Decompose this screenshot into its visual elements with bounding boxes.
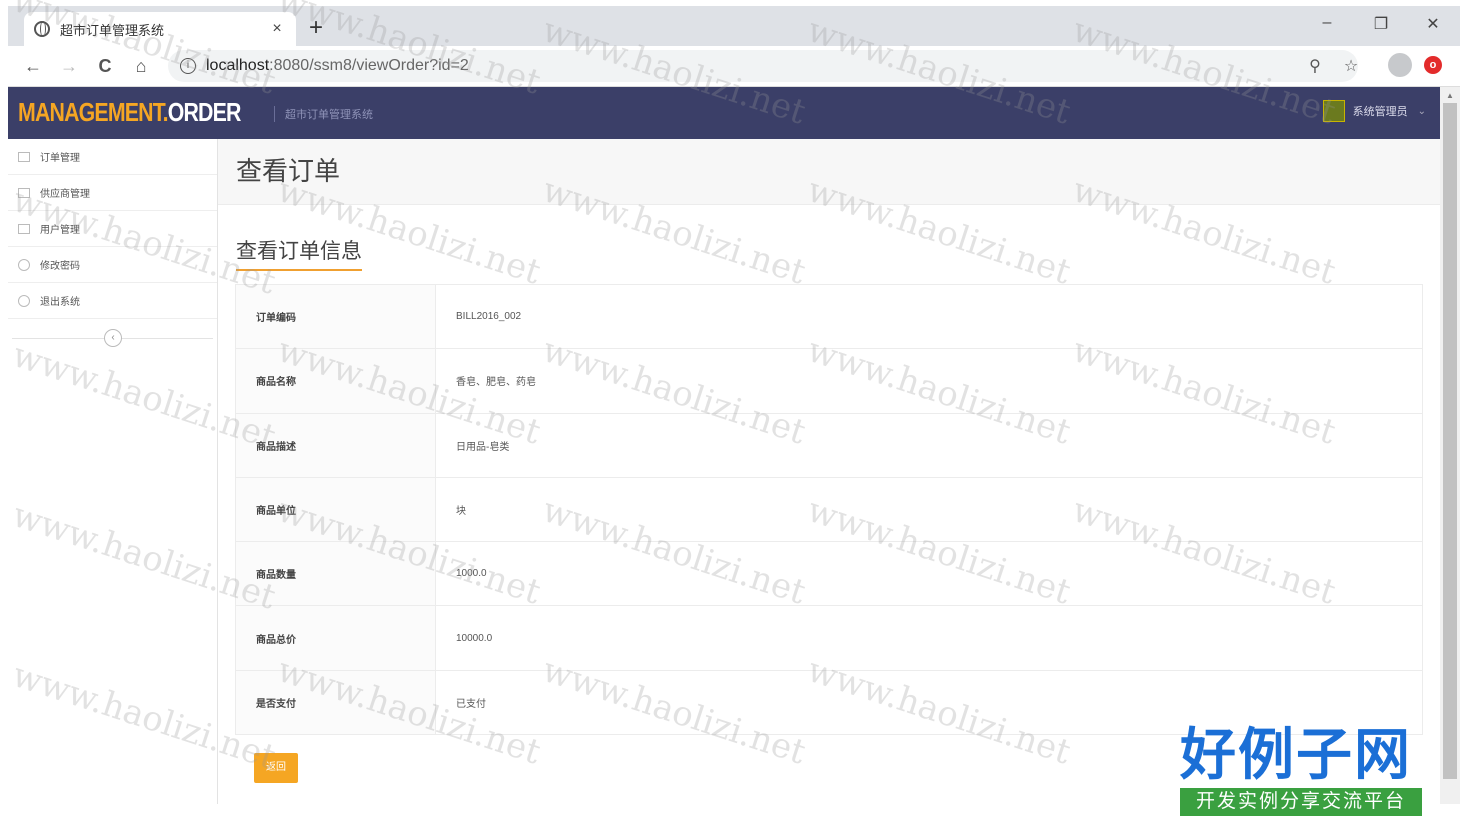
sidebar: 订单管理 供应商管理 用户管理 修改密码 退出系统 ‹	[8, 139, 218, 804]
field-label: 商品总价	[235, 605, 436, 671]
sidebar-item-users[interactable]: 用户管理	[8, 211, 217, 247]
page-scrollbar[interactable]: ▲	[1440, 87, 1460, 804]
field-value: 1000.0	[435, 541, 1423, 607]
field-value: 香皂、肥皂、药皂	[435, 348, 1423, 414]
extension-icon[interactable]: o	[1424, 56, 1442, 74]
sidebar-item-suppliers[interactable]: 供应商管理	[8, 175, 217, 211]
sidebar-item-label: 退出系统	[40, 297, 80, 308]
table-row: 商品总价 10000.0	[235, 605, 1423, 671]
back-button[interactable]: ←	[20, 54, 46, 78]
maximize-button[interactable]: ❐	[1366, 14, 1396, 34]
field-value: BILL2016_002	[435, 283, 1423, 350]
page-title: 查看订单	[236, 156, 341, 186]
section-title: 查看订单信息	[236, 235, 362, 271]
sidebar-collapse-button[interactable]: ‹	[104, 329, 122, 347]
new-tab-button[interactable]: +	[304, 14, 328, 42]
user-menu[interactable]: 系统管理员 ⌄	[1322, 100, 1426, 122]
table-row: 订单编码 BILL2016_002	[235, 283, 1423, 350]
address-bar[interactable]: i localhost:8080/ssm8/viewOrder?id=2	[168, 50, 1358, 82]
field-label: 商品描述	[235, 412, 436, 478]
list-icon	[18, 151, 30, 162]
info-icon[interactable]: i	[180, 58, 196, 74]
minimize-button[interactable]: –	[1312, 14, 1342, 32]
field-label: 商品名称	[235, 348, 436, 414]
field-value: 日用品-皂类	[435, 412, 1423, 478]
table-row: 商品数量 1000.0	[235, 541, 1423, 607]
user-card-icon	[18, 223, 30, 234]
order-info-table: 订单编码 BILL2016_002 商品名称 香皂、肥皂、药皂 商品描述 日用品…	[235, 283, 1423, 736]
sidebar-item-label: 修改密码	[40, 261, 80, 272]
tab-title: 超市订单管理系统	[60, 22, 165, 38]
logo-part-1: MANAGEMENT.	[18, 97, 169, 127]
brand-slogan: 开发实例分享交流平台	[1180, 788, 1422, 816]
browser-tab-bar: 超市订单管理系统 × + – ❐ ✕	[8, 6, 1460, 46]
field-label: 是否支付	[235, 669, 436, 736]
reload-button[interactable]: C	[92, 54, 118, 78]
user-name: 系统管理员	[1352, 106, 1408, 118]
close-window-button[interactable]: ✕	[1418, 14, 1448, 34]
chevron-down-icon: ⌄	[1417, 105, 1426, 117]
field-label: 订单编码	[235, 283, 436, 350]
field-value: 块	[435, 476, 1423, 543]
back-to-list-button[interactable]: 返回	[254, 753, 298, 783]
sidebar-item-label: 订单管理	[40, 153, 80, 164]
app-header: MANAGEMENT.ORDER 超市订单管理系统 系统管理员 ⌄	[8, 87, 1440, 139]
gear-icon	[18, 258, 30, 271]
app-logo[interactable]: MANAGEMENT.ORDER	[18, 97, 241, 128]
home-button[interactable]: ⌂	[128, 54, 154, 78]
browser-tab[interactable]: 超市订单管理系统 ×	[24, 12, 296, 46]
sidebar-collapse-row: ‹	[8, 319, 217, 359]
field-label: 商品数量	[235, 541, 436, 607]
app-subtitle: 超市订单管理系统	[274, 106, 373, 122]
brand-name: 好例子网	[1180, 722, 1412, 788]
field-value: 10000.0	[435, 605, 1423, 671]
url-path: :8080/ssm8/viewOrder?id=2	[269, 57, 469, 74]
tab-close-button[interactable]: ×	[268, 20, 286, 38]
table-row: 商品名称 香皂、肥皂、药皂	[235, 348, 1423, 414]
table-row: 商品单位 块	[235, 476, 1423, 543]
screen: 超市订单管理系统 × + – ❐ ✕ ← → C ⌂ i localhost:8…	[0, 0, 1472, 828]
forward-button[interactable]: →	[56, 54, 82, 78]
sidebar-item-change-password[interactable]: 修改密码	[8, 247, 217, 283]
user-avatar	[1322, 100, 1345, 122]
table-row: 商品描述 日用品-皂类	[235, 412, 1423, 478]
sidebar-item-label: 用户管理	[40, 225, 80, 236]
sidebar-item-logout[interactable]: 退出系统	[8, 283, 217, 319]
field-label: 商品单位	[235, 476, 436, 543]
logo-part-2: ORDER	[167, 97, 242, 127]
sidebar-item-label: 供应商管理	[40, 189, 90, 200]
scroll-up-arrow-icon[interactable]: ▲	[1446, 91, 1454, 100]
main-content: 查看订单 查看订单信息 订单编码 BILL2016_002 商品名称 香皂、肥皂…	[218, 139, 1440, 804]
scrollbar-thumb[interactable]	[1443, 103, 1457, 779]
page-header: 查看订单	[218, 139, 1440, 205]
bookmark-star-icon[interactable]: ☆	[1340, 56, 1362, 76]
profile-avatar[interactable]	[1388, 53, 1412, 77]
globe-icon	[34, 21, 50, 37]
zoom-icon[interactable]: ⚲	[1304, 56, 1326, 76]
browser-toolbar: ← → C ⌂ i localhost:8080/ssm8/viewOrder?…	[8, 46, 1460, 87]
sidebar-item-orders[interactable]: 订单管理	[8, 139, 217, 175]
site-brand-logo: 好例子网 开发实例分享交流平台	[1180, 724, 1422, 816]
grid-icon	[18, 187, 30, 198]
power-icon	[18, 294, 30, 307]
url-host: localhost	[206, 57, 270, 74]
